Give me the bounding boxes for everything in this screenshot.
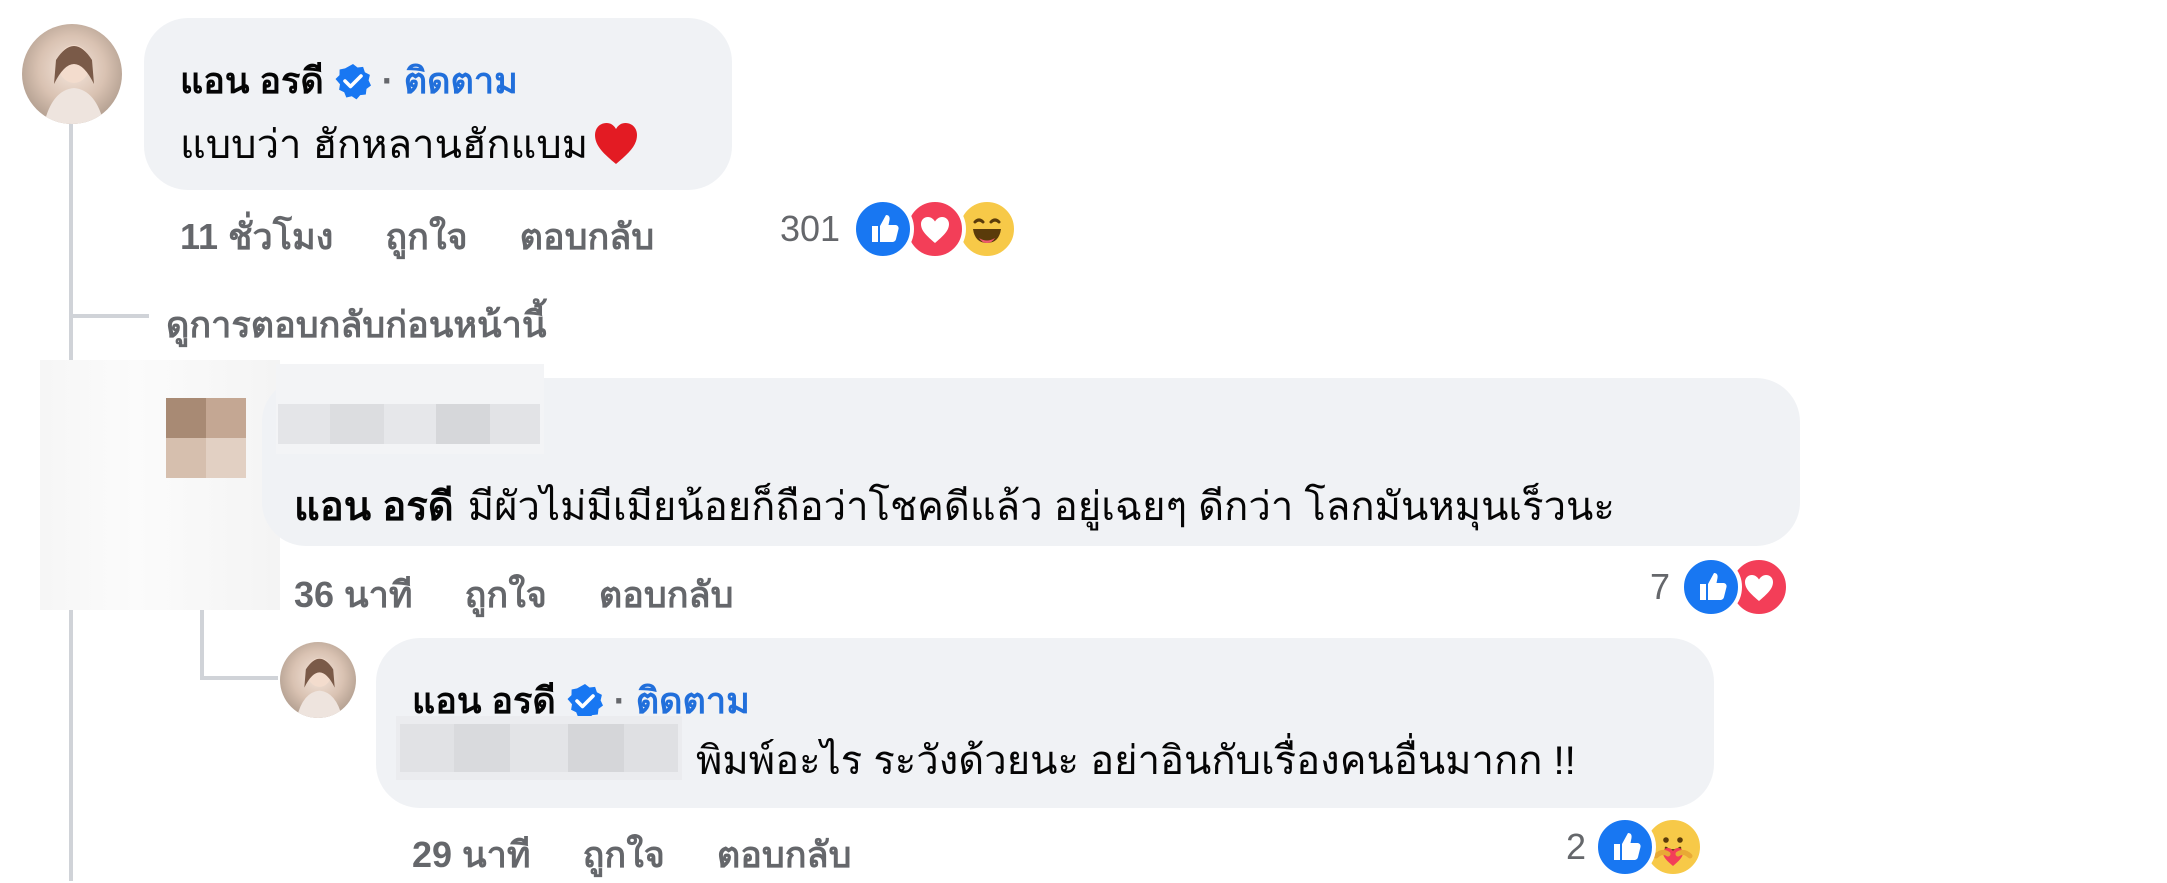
avatar[interactable] bbox=[280, 642, 356, 718]
comment-header: แอน อรดี · ติดตาม bbox=[180, 52, 518, 109]
comment-body: แบบว่า ฮักหลานฮักแบม bbox=[180, 112, 640, 176]
mention-tag[interactable]: แอน อรดี bbox=[294, 474, 454, 538]
like-action[interactable]: ถูกใจ bbox=[385, 208, 467, 265]
comment-actions: 29 นาที ถูกใจ ตอบกลับ bbox=[412, 826, 851, 883]
avatar[interactable] bbox=[166, 398, 246, 478]
author-name[interactable]: แอน อรดี bbox=[180, 52, 324, 109]
reaction-count[interactable]: 7 bbox=[1650, 566, 1670, 608]
follow-button[interactable]: ติดตาม bbox=[404, 52, 518, 109]
reaction-summary[interactable] bbox=[1680, 556, 1800, 620]
comment-timestamp[interactable]: 29 นาที bbox=[412, 826, 531, 883]
comment-body: แอน อรดี มีผัวไม่มีเมียน้อยก็ถือว่าโชคดี… bbox=[294, 474, 1615, 538]
comment-actions: 11 ชั่วโมง ถูกใจ ตอบกลับ bbox=[180, 208, 654, 265]
comment-text: มีผัวไม่มีเมียน้อยก็ถือว่าโชคดีแล้ว อยู่… bbox=[467, 485, 1615, 529]
like-reaction-icon bbox=[852, 198, 914, 260]
comment-body: พิมพ์อะไร ระวังด้วยนะ อย่าอินกับเรื่องคน… bbox=[696, 728, 1576, 792]
profile-photo-icon bbox=[296, 657, 343, 718]
like-reaction-icon bbox=[1680, 556, 1742, 618]
reply-action[interactable]: ตอบกลับ bbox=[520, 208, 655, 265]
like-reaction-icon bbox=[1594, 816, 1656, 878]
like-action[interactable]: ถูกใจ bbox=[583, 826, 665, 883]
separator-dot: · bbox=[381, 59, 394, 101]
blurred-mention bbox=[396, 716, 682, 780]
reaction-summary[interactable] bbox=[1594, 816, 1714, 880]
reply-action[interactable]: ตอบกลับ bbox=[717, 826, 852, 883]
thread-line-reply bbox=[200, 600, 204, 680]
reply-action[interactable]: ตอบกลับ bbox=[599, 566, 734, 623]
profile-photo-icon bbox=[44, 45, 104, 124]
verified-badge-icon bbox=[335, 63, 371, 99]
reaction-count[interactable]: 301 bbox=[780, 208, 840, 250]
avatar[interactable] bbox=[22, 24, 122, 124]
thread-line-reply-branch bbox=[200, 676, 278, 680]
comment-actions: 36 นาที ถูกใจ ตอบกลับ bbox=[294, 566, 733, 623]
comment-timestamp[interactable]: 11 ชั่วโมง bbox=[180, 208, 333, 265]
like-action[interactable]: ถูกใจ bbox=[465, 566, 547, 623]
reaction-summary[interactable] bbox=[852, 198, 1022, 262]
comment-text: พิมพ์อะไร ระวังด้วยนะ อย่าอินกับเรื่องคน… bbox=[696, 739, 1576, 783]
verified-badge-icon bbox=[567, 683, 603, 719]
comment-text: แบบว่า ฮักหลานฮักแบม bbox=[180, 123, 589, 167]
thread-line-branch-previous bbox=[69, 314, 149, 318]
comment-timestamp[interactable]: 36 นาที bbox=[294, 566, 413, 623]
red-heart-emoji-icon bbox=[595, 123, 638, 164]
reaction-count[interactable]: 2 bbox=[1566, 826, 1586, 868]
blurred-author-name bbox=[276, 364, 544, 454]
view-previous-replies-link[interactable]: ดูการตอบกลับก่อนหน้านี้ bbox=[166, 296, 546, 353]
pixelated-avatar-icon bbox=[166, 398, 246, 478]
